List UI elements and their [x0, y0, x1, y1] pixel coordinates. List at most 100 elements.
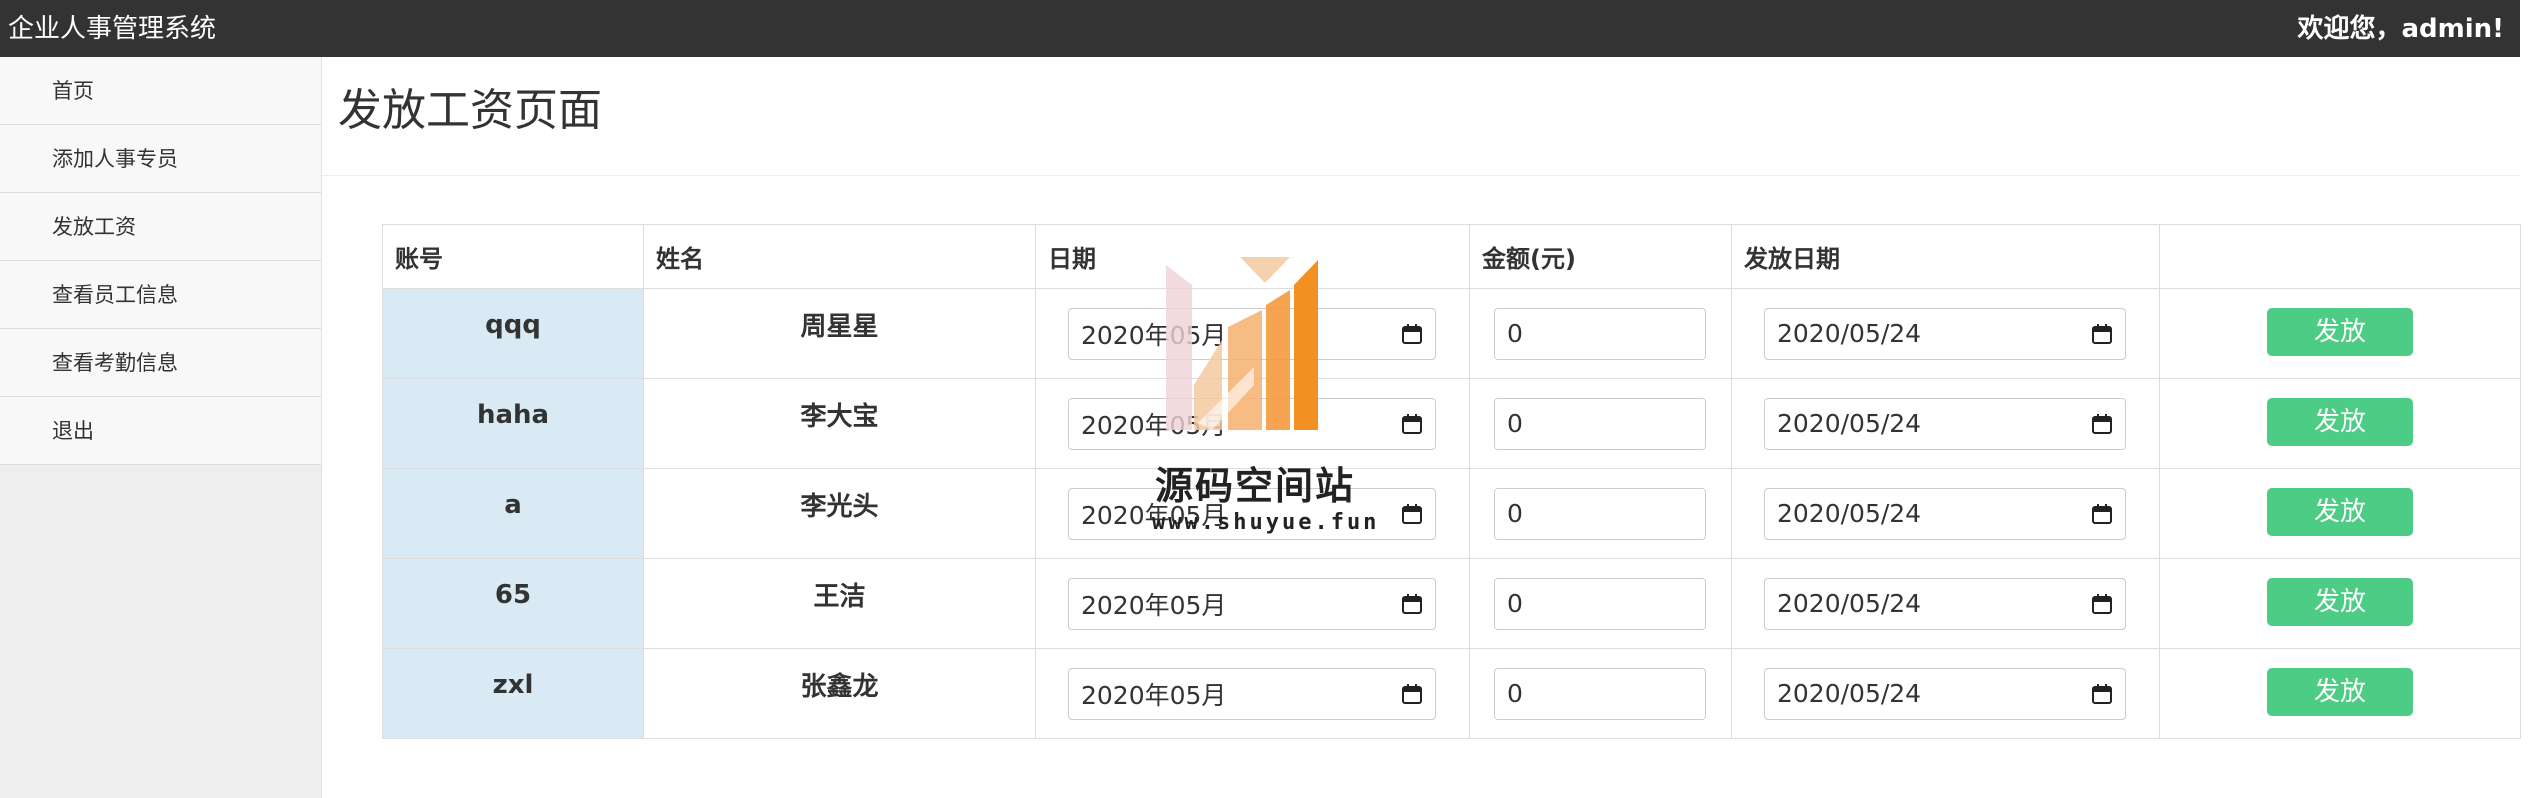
- pay-date-cell: 2020/05/24: [1731, 288, 2160, 379]
- amount-input-value: 0: [1507, 679, 1523, 708]
- table-row: a 李光头 2020年05月 0 2020/05/24 发放: [382, 468, 2521, 559]
- date-cell: 2020年05月: [1035, 648, 1470, 739]
- date-cell: 2020年05月: [1035, 558, 1470, 649]
- title-divider: [322, 175, 2520, 176]
- sidebar-item-pay-salary[interactable]: 发放工资: [0, 193, 321, 261]
- amount-cell: 0: [1469, 558, 1732, 649]
- name-cell: 王洁: [643, 558, 1036, 649]
- watermark-url: www.shuyue.fun: [1152, 510, 1380, 535]
- account-cell: a: [382, 468, 644, 559]
- pay-date-cell: 2020/05/24: [1731, 468, 2160, 559]
- pay-button[interactable]: 发放: [2267, 577, 2413, 626]
- calendar-icon[interactable]: [1401, 413, 1423, 435]
- amount-input[interactable]: 0: [1494, 307, 1706, 360]
- name-cell: 周星星: [643, 288, 1036, 379]
- pay-button[interactable]: 发放: [2267, 307, 2413, 356]
- salary-table-wrapper: 账号 姓名 日期 金额(元) 发放日期 qqq 周星星 2020年05月 0 2…: [382, 224, 2521, 739]
- header-action: [2159, 224, 2521, 289]
- topbar-edge: [2520, 0, 2530, 57]
- salary-table: 账号 姓名 日期 金额(元) 发放日期 qqq 周星星 2020年05月 0 2…: [382, 224, 2521, 739]
- month-input[interactable]: 2020年05月: [1068, 577, 1436, 630]
- sidebar-item-home[interactable]: 首页: [0, 57, 321, 125]
- amount-input-value: 0: [1507, 409, 1523, 438]
- month-input[interactable]: 2020年05月: [1068, 307, 1436, 360]
- month-input[interactable]: 2020年05月: [1068, 397, 1436, 450]
- pay-button[interactable]: 发放: [2267, 487, 2413, 536]
- pay-button[interactable]: 发放: [2267, 667, 2413, 716]
- table-header-row: 账号 姓名 日期 金额(元) 发放日期: [382, 224, 2521, 289]
- amount-cell: 0: [1469, 468, 1732, 559]
- amount-input-value: 0: [1507, 319, 1523, 348]
- pay-date-input[interactable]: 2020/05/24: [1764, 487, 2126, 540]
- pay-date-input-value: 2020/05/24: [1777, 409, 1922, 438]
- header-date: 日期: [1035, 224, 1470, 289]
- calendar-icon[interactable]: [1401, 593, 1423, 615]
- pay-button[interactable]: 发放: [2267, 397, 2413, 446]
- calendar-icon[interactable]: [2091, 503, 2113, 525]
- account-cell: qqq: [382, 288, 644, 379]
- action-cell: 发放: [2159, 468, 2521, 559]
- amount-cell: 0: [1469, 378, 1732, 469]
- month-input[interactable]: 2020年05月: [1068, 667, 1436, 720]
- calendar-icon[interactable]: [2091, 323, 2113, 345]
- welcome-message: 欢迎您，admin!: [2297, 14, 2504, 44]
- name-cell: 李大宝: [643, 378, 1036, 469]
- pay-date-input[interactable]: 2020/05/24: [1764, 667, 2126, 720]
- amount-cell: 0: [1469, 288, 1732, 379]
- sidebar-item-logout[interactable]: 退出: [0, 397, 321, 465]
- top-navbar: 企业人事管理系统 欢迎您，admin!: [0, 0, 2530, 57]
- pay-date-input-value: 2020/05/24: [1777, 499, 1922, 528]
- amount-input[interactable]: 0: [1494, 577, 1706, 630]
- calendar-icon[interactable]: [2091, 683, 2113, 705]
- month-input-value: 2020年05月: [1081, 680, 1227, 710]
- sidebar-item-add-hr-specialist[interactable]: 添加人事专员: [0, 125, 321, 193]
- table-row: haha 李大宝 2020年05月 0 2020/05/24 发放: [382, 378, 2521, 469]
- calendar-icon[interactable]: [2091, 413, 2113, 435]
- watermark-text: 源码空间站: [1155, 464, 1356, 508]
- name-cell: 张鑫龙: [643, 648, 1036, 739]
- pay-date-input-value: 2020/05/24: [1777, 589, 1922, 618]
- sidebar-menu: 首页 添加人事专员 发放工资 查看员工信息 查看考勤信息 退出: [0, 57, 321, 465]
- action-cell: 发放: [2159, 288, 2521, 379]
- page-title: 发放工资页面: [338, 85, 602, 136]
- action-cell: 发放: [2159, 558, 2521, 649]
- header-account: 账号: [382, 224, 644, 289]
- pay-date-input[interactable]: 2020/05/24: [1764, 577, 2126, 630]
- amount-input[interactable]: 0: [1494, 487, 1706, 540]
- calendar-icon[interactable]: [1401, 503, 1423, 525]
- action-cell: 发放: [2159, 378, 2521, 469]
- main-content: 发放工资页面 账号 姓名 日期 金额(元) 发放日期 qqq 周星星 2020年…: [322, 57, 2521, 798]
- month-input-value: 2020年05月: [1081, 320, 1227, 350]
- name-cell: 李光头: [643, 468, 1036, 559]
- month-input-value: 2020年05月: [1081, 590, 1227, 620]
- sidebar: 首页 添加人事专员 发放工资 查看员工信息 查看考勤信息 退出: [0, 57, 322, 798]
- action-cell: 发放: [2159, 648, 2521, 739]
- sidebar-item-view-attendance[interactable]: 查看考勤信息: [0, 329, 321, 397]
- pay-date-cell: 2020/05/24: [1731, 378, 2160, 469]
- table-row: qqq 周星星 2020年05月 0 2020/05/24 发放: [382, 288, 2521, 379]
- month-input-value: 2020年05月: [1081, 410, 1227, 440]
- table-row: 65 王洁 2020年05月 0 2020/05/24 发放: [382, 558, 2521, 649]
- calendar-icon[interactable]: [1401, 323, 1423, 345]
- amount-input[interactable]: 0: [1494, 667, 1706, 720]
- amount-input-value: 0: [1507, 499, 1523, 528]
- header-name: 姓名: [643, 224, 1036, 289]
- pay-date-cell: 2020/05/24: [1731, 558, 2160, 649]
- pay-date-input-value: 2020/05/24: [1777, 679, 1922, 708]
- pay-date-cell: 2020/05/24: [1731, 648, 2160, 739]
- account-cell: zxl: [382, 648, 644, 739]
- app-title[interactable]: 企业人事管理系统: [8, 13, 216, 45]
- pay-date-input[interactable]: 2020/05/24: [1764, 397, 2126, 450]
- calendar-icon[interactable]: [1401, 683, 1423, 705]
- date-cell: 2020年05月: [1035, 288, 1470, 379]
- calendar-icon[interactable]: [2091, 593, 2113, 615]
- amount-input[interactable]: 0: [1494, 397, 1706, 450]
- pay-date-input-value: 2020/05/24: [1777, 319, 1922, 348]
- pay-date-input[interactable]: 2020/05/24: [1764, 307, 2126, 360]
- amount-input-value: 0: [1507, 589, 1523, 618]
- amount-cell: 0: [1469, 648, 1732, 739]
- account-cell: 65: [382, 558, 644, 649]
- sidebar-item-view-employees[interactable]: 查看员工信息: [0, 261, 321, 329]
- header-amount: 金额(元): [1469, 224, 1732, 289]
- table-row: zxl 张鑫龙 2020年05月 0 2020/05/24 发放: [382, 648, 2521, 739]
